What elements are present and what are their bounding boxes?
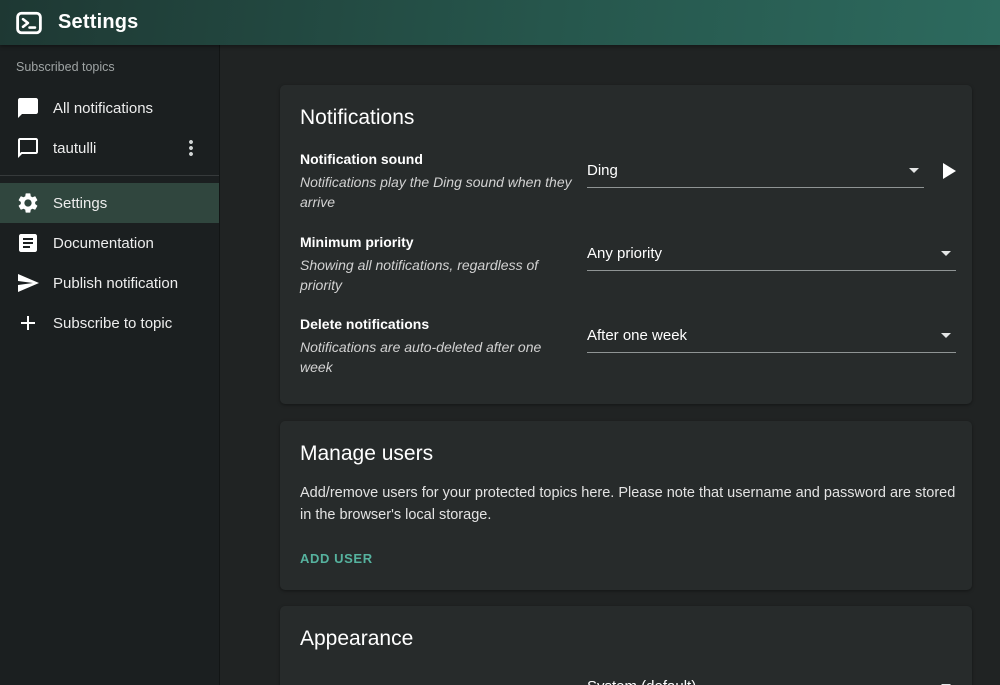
- sidebar-item-label: All notifications: [53, 100, 153, 117]
- delete-notifications-description: Notifications are auto-deleted after one…: [300, 337, 577, 378]
- chevron-down-icon: [909, 168, 919, 173]
- chevron-down-icon: [941, 333, 951, 338]
- more-vert-icon[interactable]: [179, 136, 203, 160]
- page-title: Settings: [58, 11, 139, 34]
- theme-value: System (default): [587, 678, 696, 685]
- send-icon: [16, 271, 40, 295]
- delete-notifications-row: Delete notifications Notifications are a…: [300, 316, 956, 378]
- main-content: Notifications Notification sound Notific…: [221, 45, 1000, 685]
- sidebar-item-label: Subscribe to topic: [53, 315, 172, 332]
- theme-row: Theme System (default): [300, 678, 956, 685]
- chat-bubble-filled-icon: [16, 96, 40, 120]
- notification-sound-description: Notifications play the Ding sound when t…: [300, 172, 577, 213]
- article-icon: [16, 231, 40, 255]
- notifications-card: Notifications Notification sound Notific…: [280, 85, 972, 404]
- appearance-card: Appearance Theme System (default) Langua…: [280, 606, 972, 685]
- sidebar: Subscribed topics All notifications taut…: [0, 45, 220, 685]
- sidebar-item-label: Settings: [53, 195, 107, 212]
- delete-notifications-value: After one week: [587, 327, 687, 344]
- chat-bubble-outline-icon: [16, 136, 40, 160]
- sidebar-item-settings[interactable]: Settings: [0, 183, 219, 223]
- gear-icon: [16, 191, 40, 215]
- subscribed-topics-caption: Subscribed topics: [0, 45, 219, 82]
- minimum-priority-row: Minimum priority Showing all notificatio…: [300, 234, 956, 296]
- plus-icon: [16, 311, 40, 335]
- manage-users-card-title: Manage users: [300, 442, 956, 466]
- minimum-priority-description: Showing all notifications, regardless of…: [300, 255, 577, 296]
- theme-select[interactable]: System (default): [587, 678, 956, 685]
- app-bar: Settings: [0, 0, 1000, 45]
- sidebar-item-publish-notification[interactable]: Publish notification: [0, 263, 219, 303]
- sidebar-item-label: tautulli: [53, 140, 96, 157]
- play-sound-button[interactable]: [943, 163, 956, 179]
- minimum-priority-label: Minimum priority: [300, 234, 577, 250]
- minimum-priority-select[interactable]: Any priority: [587, 245, 956, 271]
- add-user-button[interactable]: ADD USER: [300, 551, 373, 566]
- delete-notifications-label: Delete notifications: [300, 316, 577, 332]
- delete-notifications-select[interactable]: After one week: [587, 327, 956, 353]
- manage-users-description: Add/remove users for your protected topi…: [300, 482, 956, 527]
- manage-users-card: Manage users Add/remove users for your p…: [280, 421, 972, 590]
- sidebar-item-all-notifications[interactable]: All notifications: [0, 88, 219, 128]
- appearance-card-title: Appearance: [300, 627, 956, 651]
- sidebar-item-tautulli[interactable]: tautulli: [0, 128, 219, 168]
- sidebar-divider: [0, 175, 219, 176]
- notification-sound-value: Ding: [587, 162, 618, 179]
- ntfy-logo-icon: [16, 10, 42, 36]
- notification-sound-label: Notification sound: [300, 151, 577, 167]
- notifications-card-title: Notifications: [300, 106, 956, 130]
- sidebar-item-label: Publish notification: [53, 275, 178, 292]
- sidebar-item-documentation[interactable]: Documentation: [0, 223, 219, 263]
- notification-sound-row: Notification sound Notifications play th…: [300, 151, 956, 213]
- notification-sound-select[interactable]: Ding: [587, 162, 924, 188]
- minimum-priority-value: Any priority: [587, 245, 662, 262]
- sidebar-item-label: Documentation: [53, 235, 154, 252]
- chevron-down-icon: [941, 251, 951, 256]
- sidebar-item-subscribe-to-topic[interactable]: Subscribe to topic: [0, 303, 219, 343]
